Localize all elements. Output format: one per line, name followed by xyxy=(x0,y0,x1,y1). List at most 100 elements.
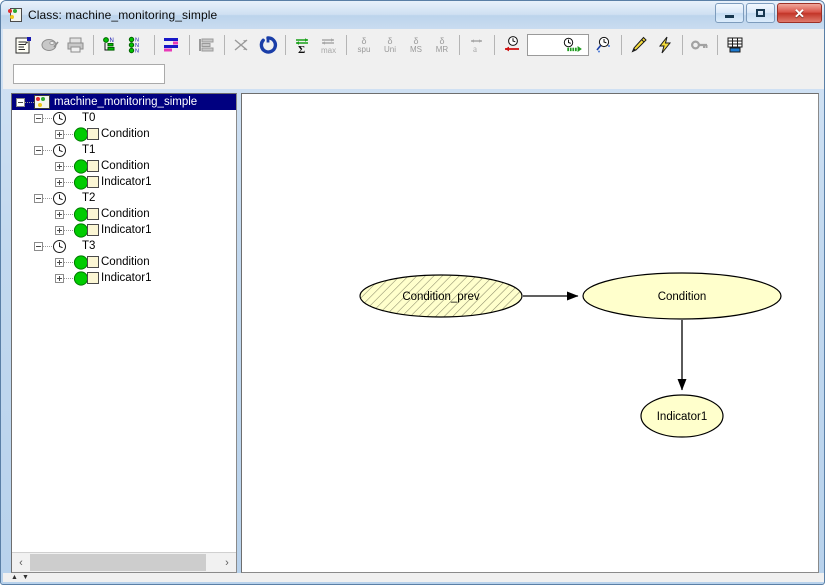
crossing-arrows-button[interactable] xyxy=(229,32,255,58)
scrollbar-track[interactable] xyxy=(206,554,218,571)
expander-icon[interactable] xyxy=(55,130,64,139)
tree-item-t1-indicator1[interactable]: Indicator1 xyxy=(12,174,236,190)
tree-horizontal-scrollbar[interactable]: ‹ › xyxy=(12,552,236,572)
tree-item-t3-indicator1[interactable]: Indicator1 xyxy=(12,270,236,286)
tree-item-label: Indicator1 xyxy=(101,270,152,286)
toolbar-separator xyxy=(717,35,718,55)
step-back-button[interactable] xyxy=(499,32,525,58)
expander-icon[interactable] xyxy=(55,226,64,235)
class-diagram-icon xyxy=(34,95,50,109)
delta-uni-label: Uni xyxy=(384,45,396,54)
scrollbar-thumb[interactable] xyxy=(30,554,206,571)
tree-item-t3[interactable]: T3 xyxy=(12,238,236,254)
expander-icon[interactable] xyxy=(16,98,25,107)
delta-mr-label: MR xyxy=(436,45,448,54)
tree-item-root[interactable]: machine_monitoring_simple xyxy=(12,94,236,110)
key-icon xyxy=(690,35,710,55)
maximize-button[interactable] xyxy=(746,3,775,23)
tree-scroll-area: machine_monitoring_simple T0 Condi xyxy=(12,94,236,552)
expander-icon[interactable] xyxy=(55,274,64,283)
tree-connector xyxy=(64,214,73,215)
toolbar-separator xyxy=(189,35,190,55)
tree-connector xyxy=(43,246,52,247)
node-list-button[interactable]: N N N xyxy=(124,32,150,58)
tree-item-t3-condition[interactable]: Condition xyxy=(12,254,236,270)
node-label: Condition xyxy=(658,291,707,303)
delta-mr-button[interactable]: δ MR xyxy=(429,32,455,58)
edit-button[interactable] xyxy=(626,32,652,58)
arrow-a-button[interactable]: a xyxy=(464,32,490,58)
align-button[interactable] xyxy=(194,32,220,58)
delta-uni-button[interactable]: δ Uni xyxy=(377,32,403,58)
graph-node-condition[interactable]: Condition xyxy=(583,273,781,319)
time-step-field[interactable] xyxy=(527,34,589,56)
delta-spu-button[interactable]: δ spu xyxy=(351,32,377,58)
scroll-down-icon[interactable]: ▼ xyxy=(22,574,29,581)
graph-node-indicator1[interactable]: Indicator1 xyxy=(641,395,723,437)
node-tree-button[interactable]: N xyxy=(98,32,124,58)
close-icon: ✕ xyxy=(794,7,805,20)
expander-icon[interactable] xyxy=(55,210,64,219)
scroll-up-icon[interactable]: ▲ xyxy=(11,574,18,581)
printer-icon xyxy=(66,35,86,55)
tree-item-label: T3 xyxy=(70,238,95,254)
tree-connector xyxy=(64,278,73,279)
svg-text:max: max xyxy=(321,46,336,55)
expander-icon[interactable] xyxy=(34,194,43,203)
clock-back-icon xyxy=(501,35,523,55)
tree-item-t2-condition[interactable]: Condition xyxy=(12,206,236,222)
tree-item-label: Condition xyxy=(101,206,150,222)
expander-icon[interactable] xyxy=(55,258,64,267)
expander-icon[interactable] xyxy=(34,242,43,251)
color-bars-button[interactable] xyxy=(159,32,185,58)
tree-item-label: Indicator1 xyxy=(101,174,152,190)
properties-button[interactable] xyxy=(11,32,37,58)
max-button[interactable]: max xyxy=(316,32,342,58)
time-zoom-button[interactable] xyxy=(591,32,617,58)
scroll-left-arrow-icon[interactable]: ‹ xyxy=(12,554,30,572)
scroll-right-arrow-icon[interactable]: › xyxy=(218,554,236,572)
delta-mr-icon: δ MR xyxy=(436,37,448,54)
delta-ms-button[interactable]: δ MS xyxy=(403,32,429,58)
expander-icon[interactable] xyxy=(34,146,43,155)
tree-item-t2[interactable]: T2 xyxy=(12,190,236,206)
expander-icon[interactable] xyxy=(55,178,64,187)
run-button[interactable] xyxy=(652,32,678,58)
expander-icon[interactable] xyxy=(55,162,64,171)
node-square-icon xyxy=(87,128,99,140)
expander-icon[interactable] xyxy=(34,114,43,123)
print-button[interactable] xyxy=(63,32,89,58)
clock-zoom-icon xyxy=(594,35,614,55)
tree-item-label: Condition xyxy=(101,126,150,142)
status-bar: ▲ ▼ xyxy=(3,573,824,582)
tree-connector xyxy=(64,166,73,167)
tree-item-t2-indicator1[interactable]: Indicator1 xyxy=(12,222,236,238)
minimize-button[interactable] xyxy=(715,3,744,23)
graph-canvas[interactable]: Condition_prev Condition Indicator1 xyxy=(241,93,819,573)
refresh-button[interactable] xyxy=(255,32,281,58)
key-button[interactable] xyxy=(687,32,713,58)
palette-icon xyxy=(40,35,60,55)
filter-bar xyxy=(3,61,824,89)
toolbar-separator xyxy=(285,35,286,55)
graph-node-condition-prev[interactable]: Condition_prev xyxy=(360,275,522,317)
delta-spu-label: spu xyxy=(358,45,371,54)
toolbar-separator xyxy=(682,35,683,55)
tree-item-t0[interactable]: T0 xyxy=(12,110,236,126)
tree-connector xyxy=(64,182,73,183)
filter-input[interactable] xyxy=(13,64,165,84)
table-icon xyxy=(725,35,745,55)
sum-button[interactable]: Σ xyxy=(290,32,316,58)
tree-item-t0-condition[interactable]: Condition xyxy=(12,126,236,142)
lightning-icon xyxy=(655,35,675,55)
close-button[interactable]: ✕ xyxy=(777,3,822,23)
tree-item-label: machine_monitoring_simple xyxy=(54,94,200,110)
tree-item-t1[interactable]: T1 xyxy=(12,142,236,158)
palette-button[interactable] xyxy=(37,32,63,58)
properties-icon xyxy=(14,35,34,55)
tree-item-t1-condition[interactable]: Condition xyxy=(12,158,236,174)
node-square-icon xyxy=(87,160,99,172)
table-view-button[interactable] xyxy=(722,32,748,58)
color-bars-icon xyxy=(162,35,182,55)
tree-item-label: Condition xyxy=(101,254,150,270)
